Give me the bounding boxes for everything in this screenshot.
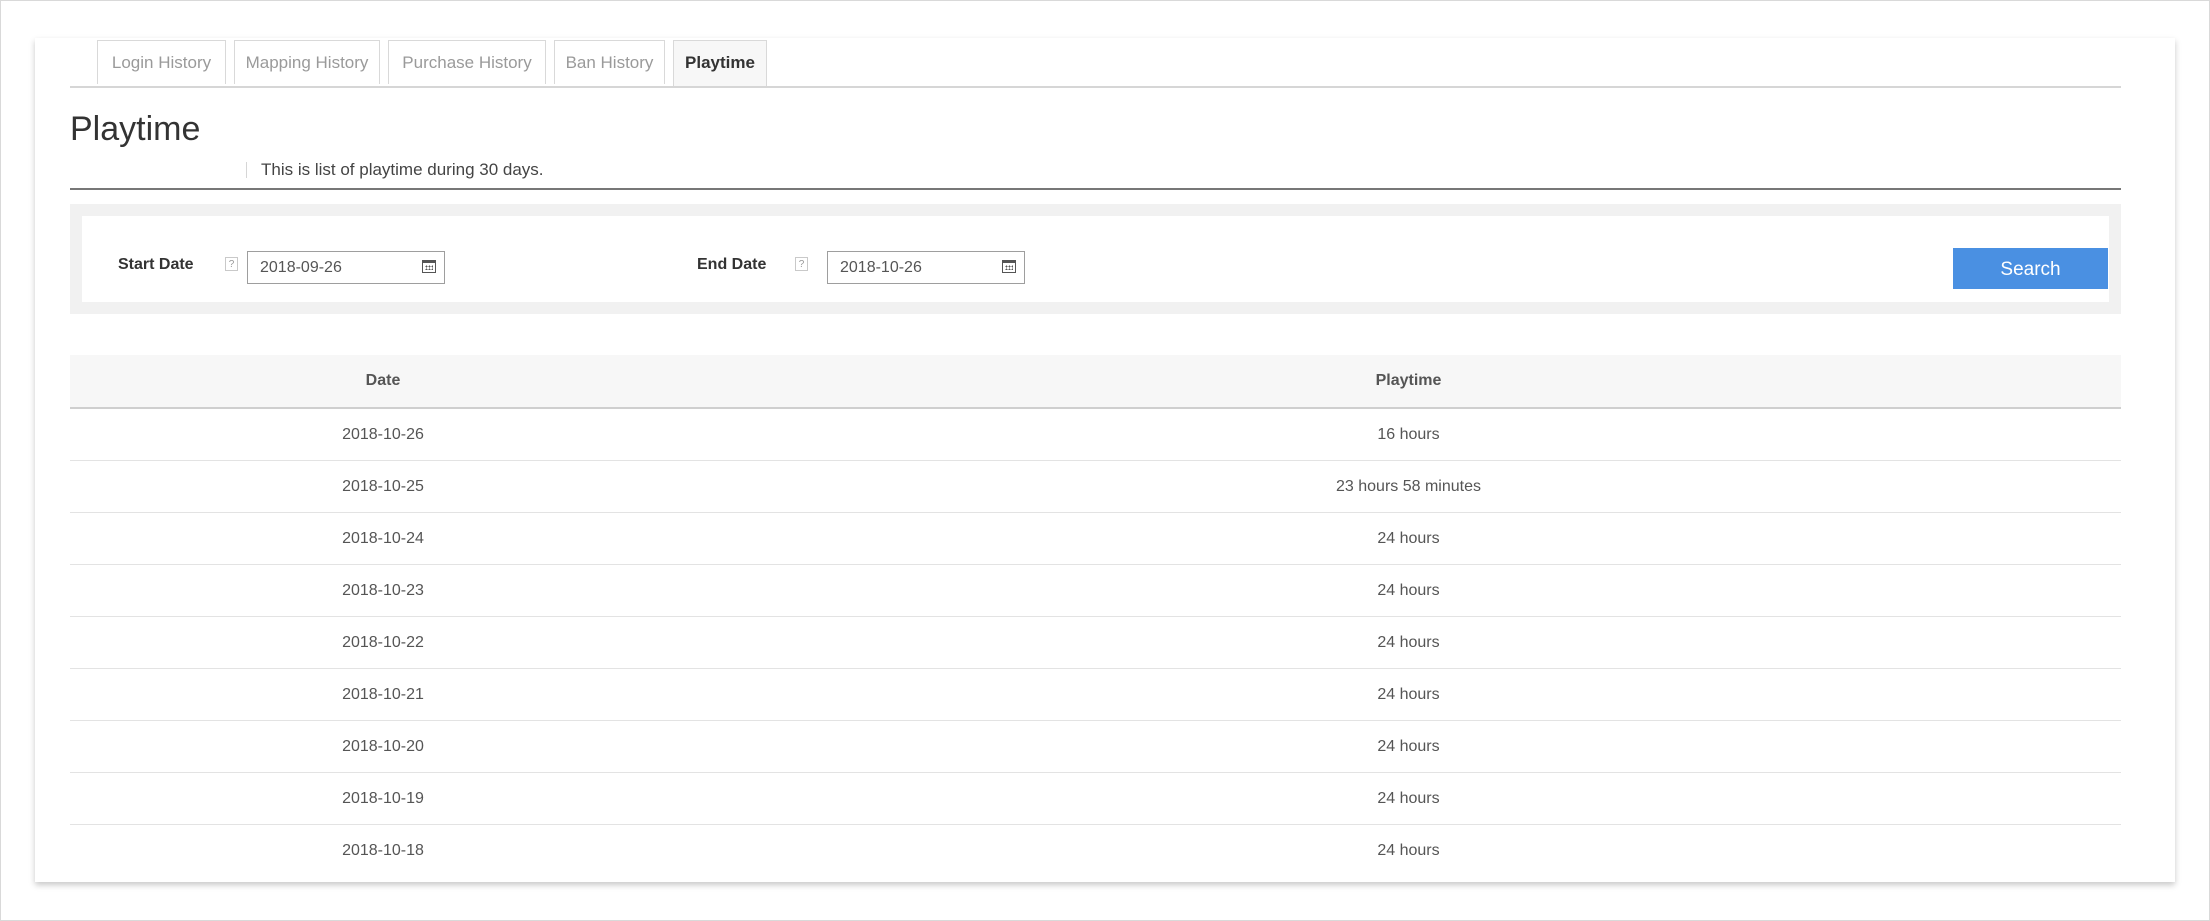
cell-date: 2018-10-21 bbox=[342, 686, 424, 703]
end-date-help-icon[interactable]: ? bbox=[795, 257, 808, 271]
end-date-label: End Date bbox=[697, 256, 767, 273]
cell-date: 2018-10-26 bbox=[342, 426, 424, 443]
content-card: Login History Mapping History Purchase H… bbox=[35, 38, 2175, 882]
page-subtitle: This is list of playtime during 30 days. bbox=[261, 160, 544, 179]
tab-login-history[interactable]: Login History bbox=[97, 40, 226, 84]
start-date-field[interactable] bbox=[247, 251, 445, 284]
tab-ban-history[interactable]: Ban History bbox=[554, 40, 665, 84]
table-row: 2018-10-23 24 hours bbox=[70, 565, 2121, 617]
table-row: 2018-10-21 24 hours bbox=[70, 669, 2121, 721]
end-date-field[interactable] bbox=[827, 251, 1025, 284]
start-date-help-icon[interactable]: ? bbox=[225, 257, 238, 271]
cell-date: 2018-10-25 bbox=[342, 478, 424, 495]
table-row: 2018-10-25 23 hours 58 minutes bbox=[70, 461, 2121, 513]
start-date-input[interactable] bbox=[248, 252, 408, 283]
column-header-playtime: Playtime bbox=[1375, 372, 1442, 389]
table-row: 2018-10-22 24 hours bbox=[70, 617, 2121, 669]
cell-playtime: 16 hours bbox=[1377, 426, 1440, 443]
cell-date: 2018-10-18 bbox=[342, 842, 424, 859]
playtime-table: Date Playtime 2018-10-26 16 hours 2018-1… bbox=[70, 355, 2121, 876]
cell-playtime: 24 hours bbox=[1377, 738, 1440, 755]
search-button[interactable]: Search bbox=[1953, 248, 2108, 289]
table-row: 2018-10-24 24 hours bbox=[70, 513, 2121, 565]
cell-date: 2018-10-24 bbox=[342, 530, 424, 547]
table-row: 2018-10-18 24 hours bbox=[70, 825, 2121, 876]
table-row: 2018-10-26 16 hours bbox=[70, 409, 2121, 461]
page-title: Playtime bbox=[70, 110, 201, 148]
cell-date: 2018-10-22 bbox=[342, 634, 424, 651]
calendar-icon[interactable] bbox=[1002, 260, 1016, 273]
cell-playtime: 24 hours bbox=[1377, 634, 1440, 651]
cell-playtime: 24 hours bbox=[1377, 686, 1440, 703]
header-divider bbox=[70, 188, 2121, 190]
cell-date: 2018-10-19 bbox=[342, 790, 424, 807]
title-divider bbox=[246, 162, 247, 178]
cell-date: 2018-10-20 bbox=[342, 738, 424, 755]
table-header: Date Playtime bbox=[70, 355, 2121, 409]
table-row: 2018-10-19 24 hours bbox=[70, 773, 2121, 825]
end-date-input[interactable] bbox=[828, 252, 988, 283]
start-date-label: Start Date bbox=[118, 256, 194, 273]
cell-playtime: 24 hours bbox=[1377, 790, 1440, 807]
calendar-icon[interactable] bbox=[422, 260, 436, 273]
column-header-date: Date bbox=[365, 372, 401, 389]
tab-bar: Login History Mapping History Purchase H… bbox=[70, 40, 2121, 88]
tab-purchase-history[interactable]: Purchase History bbox=[388, 40, 546, 84]
cell-date: 2018-10-23 bbox=[342, 582, 424, 599]
cell-playtime: 24 hours bbox=[1377, 842, 1440, 859]
filter-panel-inner: Start Date ? End Date ? Search bbox=[82, 216, 2109, 302]
cell-playtime: 23 hours 58 minutes bbox=[1336, 478, 1481, 495]
cell-playtime: 24 hours bbox=[1377, 582, 1440, 599]
table-row: 2018-10-20 24 hours bbox=[70, 721, 2121, 773]
tab-mapping-history[interactable]: Mapping History bbox=[234, 40, 380, 84]
filter-panel: Start Date ? End Date ? Search bbox=[70, 204, 2121, 314]
cell-playtime: 24 hours bbox=[1377, 530, 1440, 547]
tab-playtime[interactable]: Playtime bbox=[673, 40, 767, 86]
